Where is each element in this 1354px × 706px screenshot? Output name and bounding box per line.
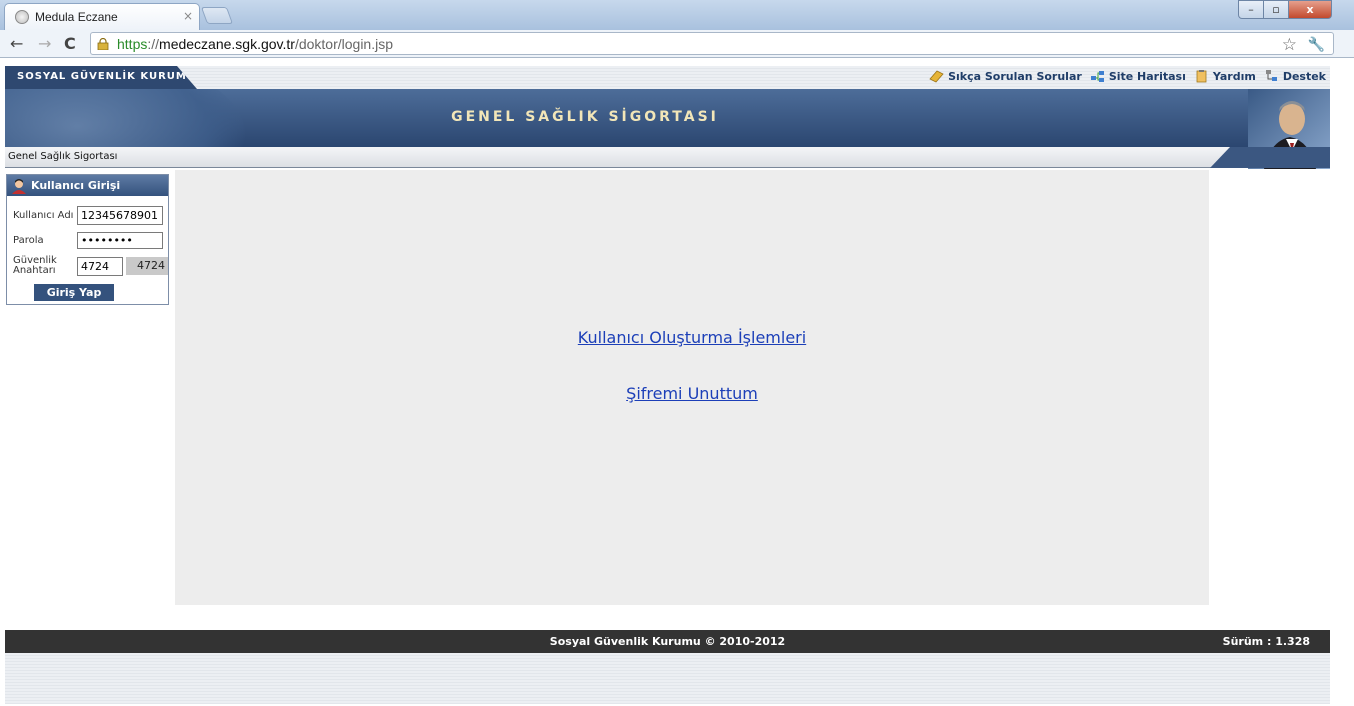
main-content: Kullanıcı Oluşturma İşlemleri Şifremi Un… xyxy=(175,170,1209,605)
top-links: Sıkça Sorulan Sorular Site Haritası Yard… xyxy=(921,69,1326,83)
address-bar[interactable]: https://medeczane.sgk.gov.tr/doktor/logi… xyxy=(90,32,1334,55)
tab-close-icon[interactable]: × xyxy=(183,9,193,23)
faq-link[interactable]: Sıkça Sorulan Sorular xyxy=(929,69,1082,83)
banner-title: GENEL SAĞLIK SİGORTASI xyxy=(451,109,719,125)
window-controls: – ▫ x xyxy=(1238,0,1332,19)
copyright: Sosyal Güvenlik Kurumu © 2010-2012 xyxy=(549,635,786,648)
password-row: Parola •••••••• xyxy=(13,232,163,249)
reload-icon[interactable]: C xyxy=(64,34,76,53)
forgot-password-link[interactable]: Şifremi Unuttum xyxy=(175,384,1209,403)
org-tab: SOSYAL GÜVENLİK KURUMU xyxy=(5,66,197,89)
clipboard-icon xyxy=(1196,70,1207,83)
browser-tab[interactable]: Medula Eczane × xyxy=(4,3,200,30)
url-scheme: https xyxy=(117,36,148,52)
top-strip: SOSYAL GÜVENLİK KURUMU Sıkça Sorulan Sor… xyxy=(5,66,1330,89)
security-label: Güvenlik Anahtarı xyxy=(13,255,57,276)
password-field[interactable]: •••••••• xyxy=(77,232,163,249)
book-icon xyxy=(929,70,944,83)
sitemap-icon xyxy=(1090,71,1104,82)
globe-icon xyxy=(15,10,29,24)
username-label: Kullanıcı Adı xyxy=(13,209,74,221)
faq-label: Sıkça Sorulan Sorular xyxy=(948,69,1082,83)
header-banner: GENEL SAĞLIK SİGORTASI xyxy=(5,89,1330,147)
create-user-link[interactable]: Kullanıcı Oluşturma İşlemleri xyxy=(175,328,1209,347)
sitemap-link[interactable]: Site Haritası xyxy=(1090,69,1186,83)
new-tab-button[interactable] xyxy=(200,7,234,24)
sitemap-label: Site Haritası xyxy=(1108,69,1186,83)
url-text: https://medeczane.sgk.gov.tr/doktor/logi… xyxy=(117,36,393,52)
back-arrow-icon[interactable]: ← xyxy=(10,34,23,53)
version: Sürüm : 1.328 xyxy=(1222,635,1310,648)
wrench-icon[interactable]: 🔧 xyxy=(1308,37,1325,53)
maximize-button[interactable]: ▫ xyxy=(1263,0,1289,19)
url-host: medeczane.sgk.gov.tr xyxy=(159,36,295,52)
tab-title: Medula Eczane xyxy=(35,10,118,24)
help-label: Yardım xyxy=(1212,69,1256,83)
footer: Sosyal Güvenlik Kurumu © 2010-2012 Sürüm… xyxy=(5,630,1330,653)
browser-titlebar: Medula Eczane × – ▫ x xyxy=(0,0,1354,30)
username-field[interactable]: 12345678901 xyxy=(77,206,163,225)
minimize-button[interactable]: – xyxy=(1238,0,1264,19)
login-header: Kullanıcı Girişi xyxy=(7,175,168,196)
forward-arrow-icon[interactable]: → xyxy=(38,34,51,53)
security-key-field[interactable]: 4724 xyxy=(77,256,123,276)
login-title: Kullanıcı Girişi xyxy=(31,179,121,192)
user-icon xyxy=(12,178,26,194)
password-label: Parola xyxy=(13,234,44,246)
url-path: /doktor/login.jsp xyxy=(294,36,394,52)
url-separator: :// xyxy=(147,36,160,52)
support-link[interactable]: Destek xyxy=(1264,69,1326,83)
login-button[interactable]: Giriş Yap xyxy=(34,284,114,301)
lock-icon xyxy=(97,38,109,50)
login-panel: Kullanıcı Girişi Kullanıcı Adı 123456789… xyxy=(6,174,169,305)
org-name: SOSYAL GÜVENLİK KURUMU xyxy=(17,71,196,82)
browser-toolbar: ← → C https://medeczane.sgk.gov.tr/dokto… xyxy=(0,30,1354,58)
footer-strip xyxy=(5,653,1330,704)
breadcrumb-corner xyxy=(1210,147,1330,168)
captcha-image: 4724 xyxy=(126,257,168,275)
bookmark-star-icon[interactable]: ☆ xyxy=(1282,35,1297,55)
support-label: Destek xyxy=(1282,69,1326,83)
username-row: Kullanıcı Adı 12345678901 xyxy=(13,206,163,225)
help-link[interactable]: Yardım xyxy=(1194,69,1256,83)
network-icon xyxy=(1265,70,1277,81)
breadcrumb[interactable]: Genel Sağlık Sigortası xyxy=(8,151,117,162)
close-window-button[interactable]: x xyxy=(1288,0,1332,19)
security-row: Güvenlik Anahtarı 4724 4724 xyxy=(13,256,168,276)
breadcrumb-bar: Genel Sağlık Sigortası xyxy=(5,147,1330,168)
